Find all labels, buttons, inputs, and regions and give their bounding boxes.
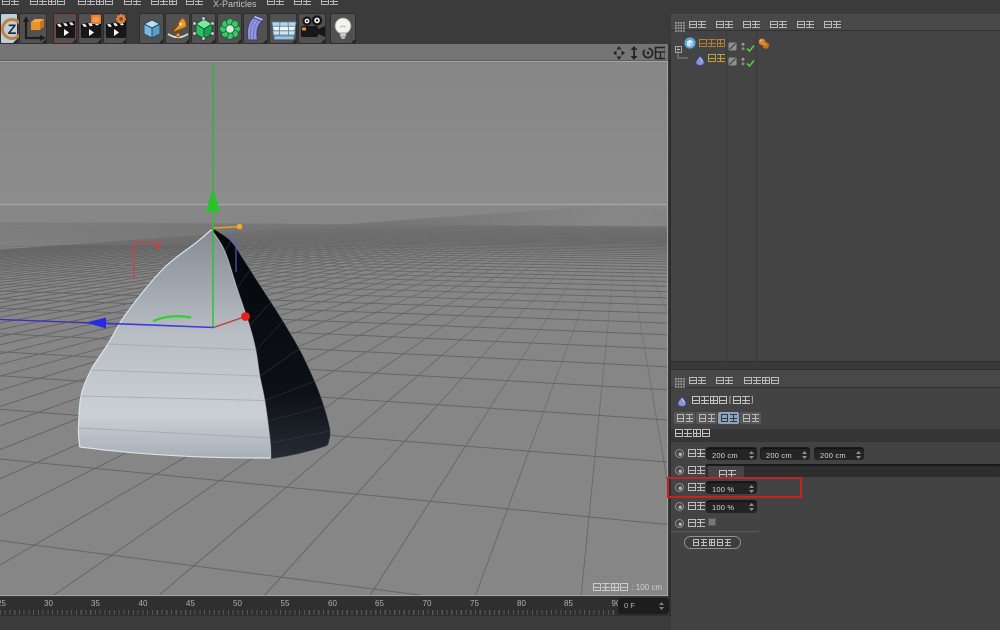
svg-text:Z: Z bbox=[8, 21, 17, 37]
